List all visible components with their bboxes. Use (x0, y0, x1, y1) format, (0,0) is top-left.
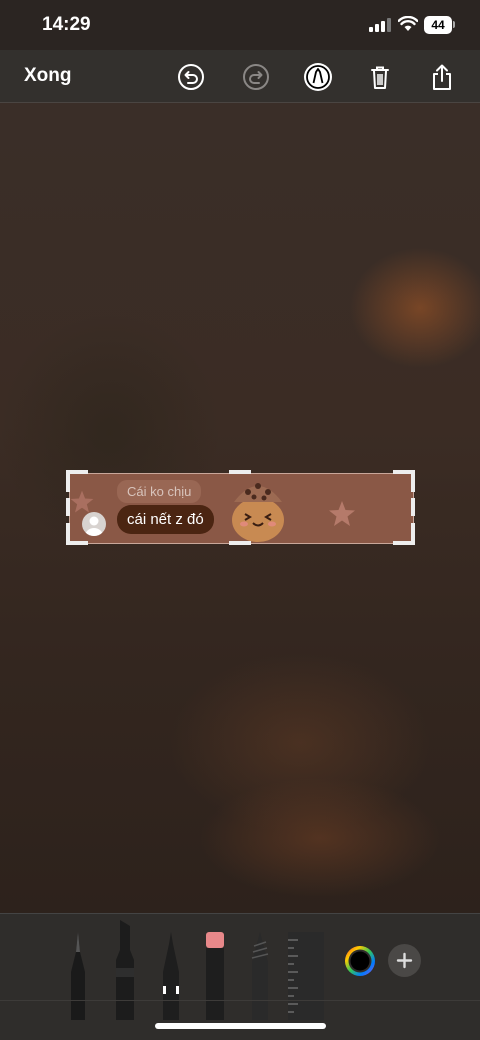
tool-palette (0, 913, 480, 1040)
battery-nub (453, 21, 455, 28)
crayon-icon[interactable] (248, 932, 272, 1020)
crop-handle-top-center[interactable] (229, 470, 251, 474)
markup-toolbar: Xong (0, 50, 480, 103)
pen-icon[interactable] (66, 932, 90, 1020)
battery-indicator: 44 (424, 16, 452, 34)
sticker-image[interactable]: Cái ko chịu cái nết z đó (69, 473, 414, 544)
undo-icon[interactable] (176, 62, 206, 92)
crop-handle-right-center[interactable] (411, 498, 415, 516)
crop-handle-bottom-left-vertical[interactable] (66, 523, 70, 545)
redo-icon[interactable] (241, 62, 271, 92)
home-indicator[interactable] (155, 1023, 326, 1029)
message-bubble: cái nết z đó (117, 505, 214, 534)
wifi-icon (398, 16, 418, 31)
crop-handle-left-center[interactable] (66, 498, 70, 516)
pencil-icon[interactable] (158, 932, 184, 1020)
star-decoration-icon (329, 501, 355, 526)
share-icon[interactable] (427, 62, 457, 92)
trash-icon[interactable] (365, 62, 395, 92)
avatar (82, 512, 106, 536)
crop-handle-top-right-vertical[interactable] (411, 470, 415, 492)
marker-icon[interactable] (112, 920, 138, 1020)
markup-pen-icon[interactable] (303, 62, 333, 92)
cellular-signal-icon (369, 18, 391, 32)
eraser-icon[interactable] (203, 932, 227, 1020)
color-wheel-icon[interactable] (343, 944, 377, 978)
status-time: 14:29 (42, 14, 91, 35)
cookie-mascot-icon (232, 483, 284, 542)
status-bar: 14:29 44 (0, 0, 480, 50)
done-button[interactable]: Xong (24, 65, 72, 87)
reply-bubble: Cái ko chịu (117, 480, 202, 503)
add-icon[interactable] (388, 944, 421, 977)
ruler-icon[interactable] (288, 932, 324, 1020)
crop-handle-bottom-right-vertical[interactable] (411, 523, 415, 545)
palette-divider (0, 1000, 480, 1001)
crop-handle-bottom-center[interactable] (229, 541, 251, 545)
crop-handle-top-left-vertical[interactable] (66, 470, 70, 492)
